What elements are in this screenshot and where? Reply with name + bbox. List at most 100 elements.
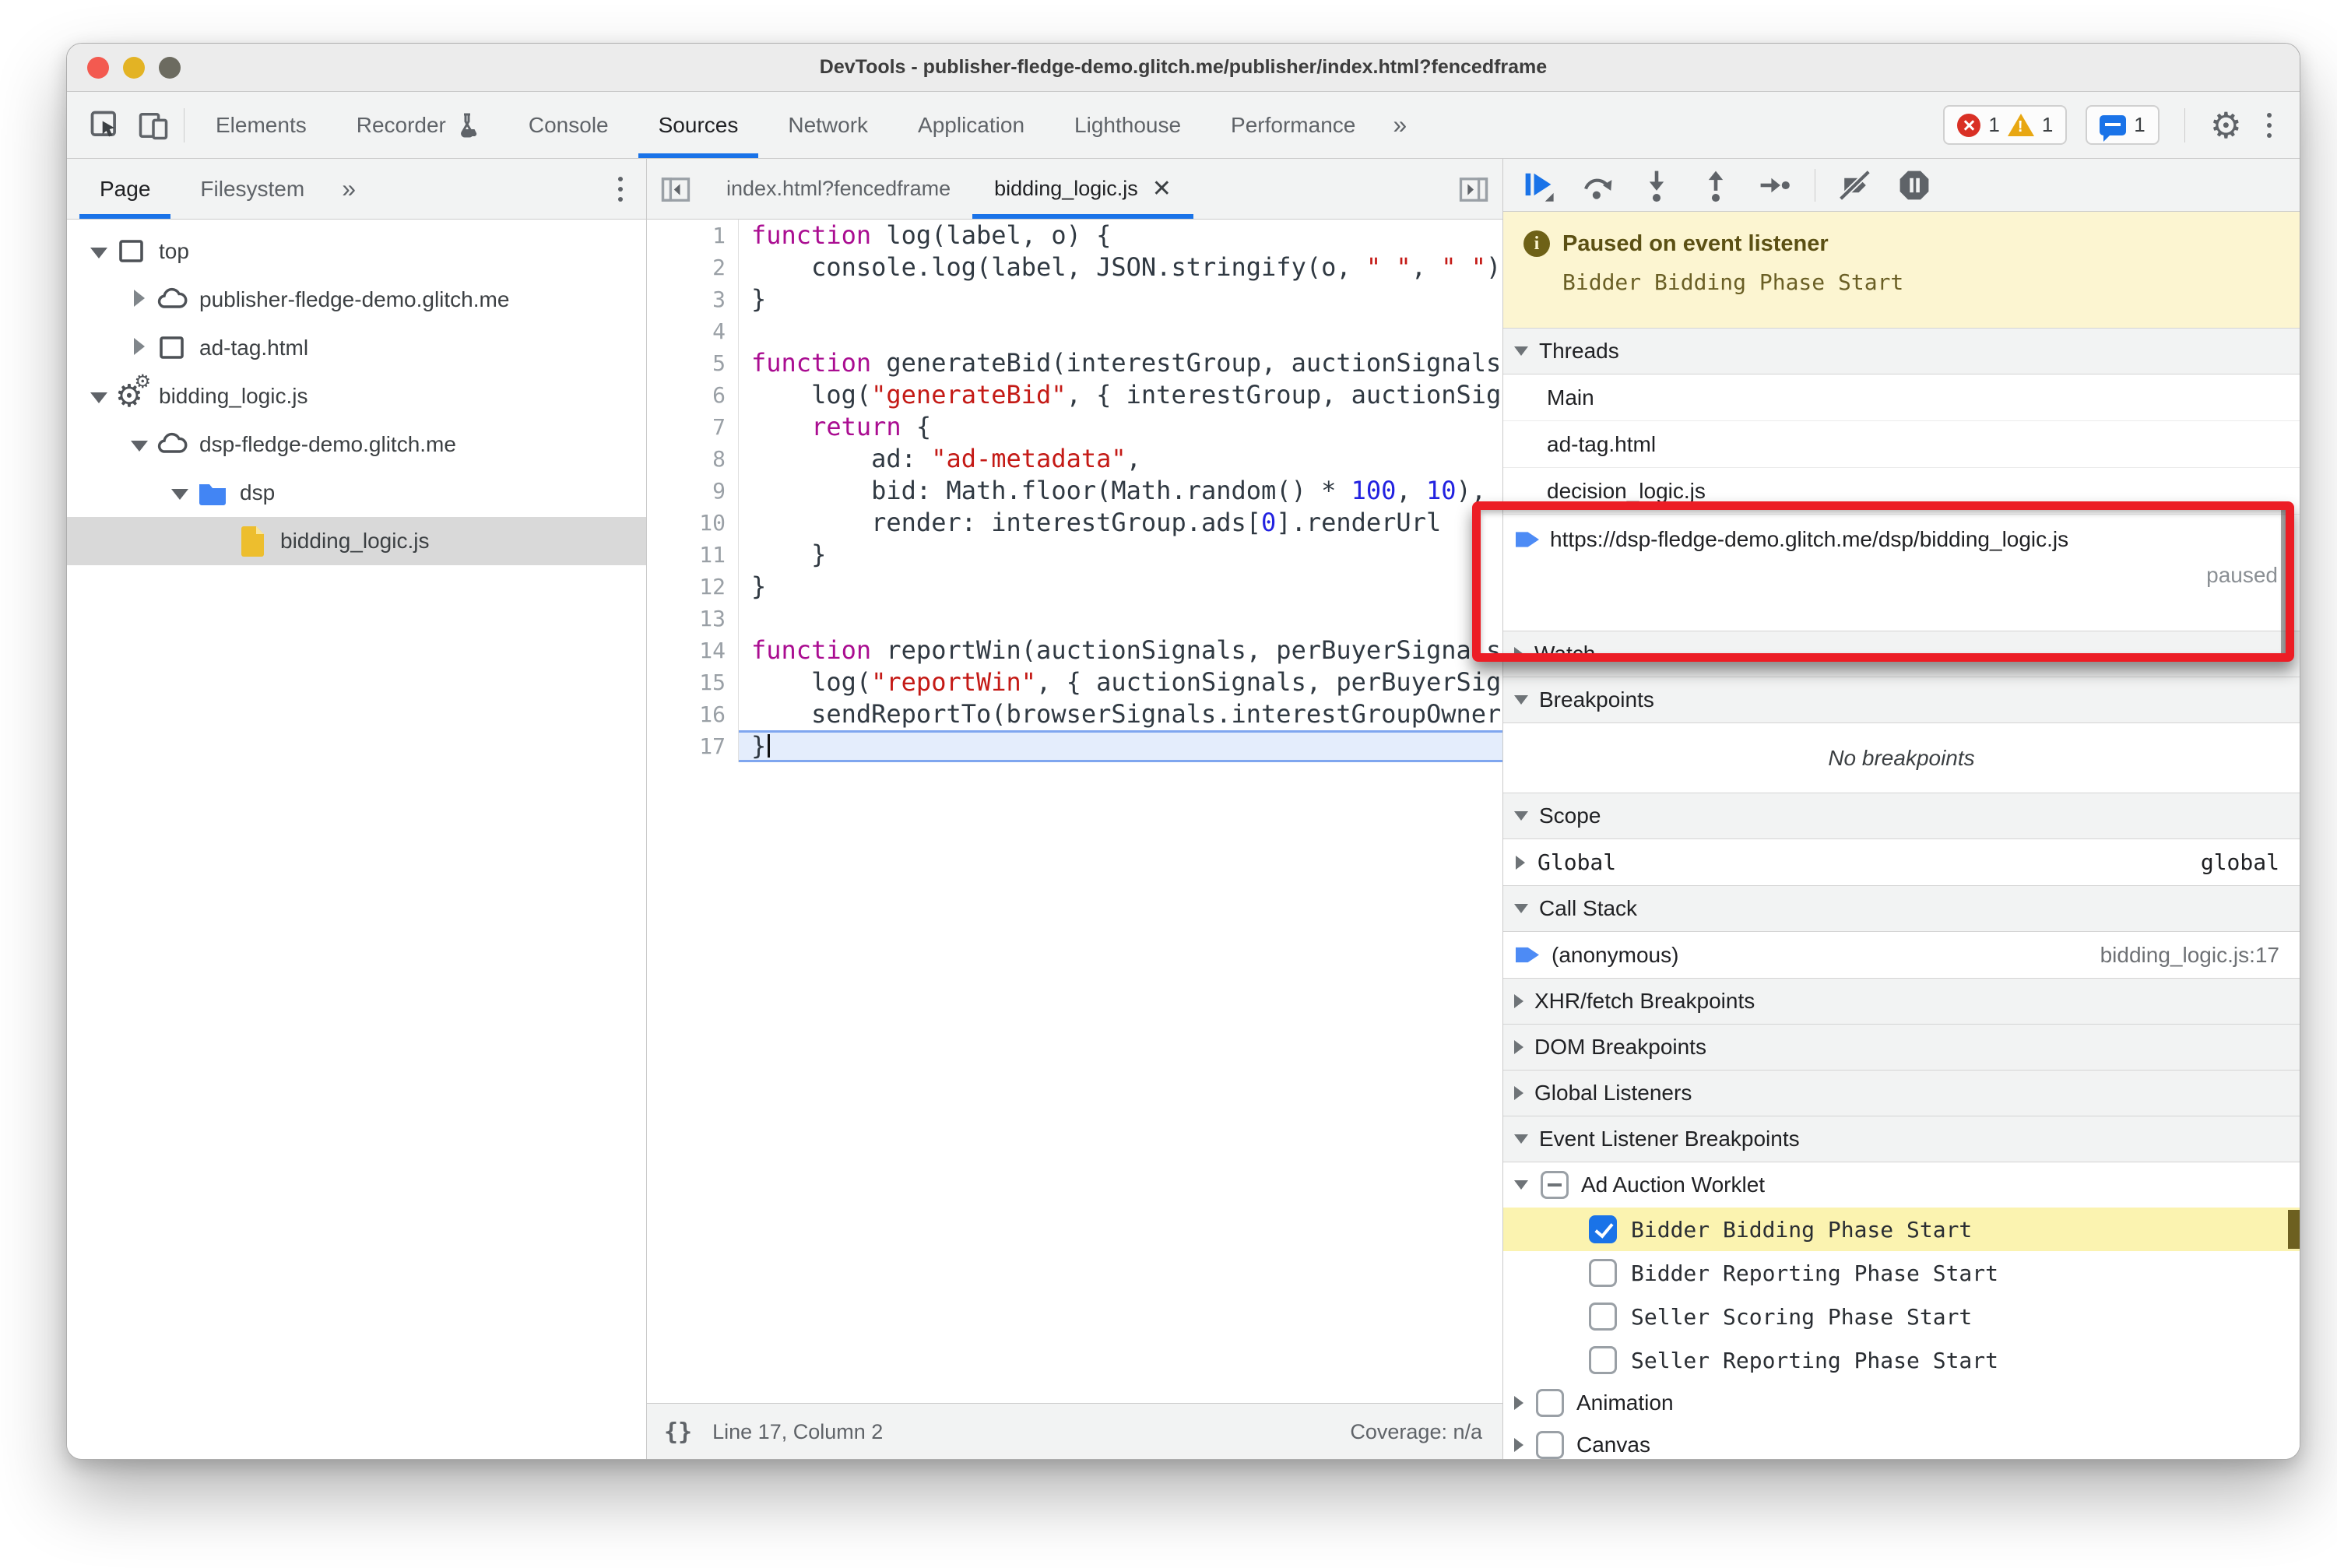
checked-checkbox[interactable] [1589, 1215, 1617, 1243]
line-number[interactable]: 14 [647, 635, 739, 666]
code-line-content[interactable]: } [739, 283, 1502, 315]
code-line[interactable]: 2 console.log(label, JSON.stringify(o, "… [647, 251, 1502, 283]
elb-group-ad-auction-worklet[interactable]: Ad Auction Worklet [1503, 1162, 2300, 1208]
indeterminate-checkbox[interactable] [1541, 1171, 1569, 1199]
line-number[interactable]: 10 [647, 507, 739, 539]
code-line[interactable]: 12} [647, 571, 1502, 603]
checkbox[interactable] [1589, 1259, 1617, 1287]
code-line-content[interactable]: return { [739, 411, 1502, 443]
tab-network[interactable]: Network [763, 92, 893, 158]
expand-icon[interactable] [1516, 855, 1525, 870]
code-line[interactable]: 16 sendReportTo(browserSignals.interestG… [647, 698, 1502, 730]
line-number[interactable]: 3 [647, 283, 739, 315]
code-line[interactable]: 9 bid: Math.floor(Math.random() * 100, 1… [647, 475, 1502, 507]
section-event-listener-breakpoints[interactable]: Event Listener Breakpoints [1503, 1116, 2300, 1162]
tab-sources[interactable]: Sources [634, 92, 764, 158]
line-number[interactable]: 11 [647, 539, 739, 571]
elb-item[interactable]: Seller Scoring Phase Start [1503, 1295, 2300, 1338]
elb-item[interactable]: Bidder Reporting Phase Start [1503, 1251, 2300, 1295]
code-line-content[interactable] [739, 603, 1502, 635]
editor-tab-index-html[interactable]: index.html?fencedframe [705, 159, 972, 219]
more-options-icon[interactable] [2261, 112, 2278, 138]
code-editor[interactable]: 1 function log(label, o) {2 console.log(l… [647, 220, 1502, 1403]
step-into-button[interactable] [1632, 163, 1681, 207]
elb-item[interactable]: Seller Reporting Phase Start [1503, 1338, 2300, 1382]
elb-item[interactable]: Bidder Bidding Phase Start [1503, 1208, 2300, 1251]
expander-icon[interactable] [125, 336, 154, 360]
code-line-content[interactable]: } [739, 539, 1502, 571]
section-call-stack[interactable]: Call Stack [1503, 885, 2300, 932]
checkbox[interactable] [1536, 1389, 1564, 1417]
more-tabs-button[interactable]: » [1380, 92, 1419, 158]
code-line[interactable]: 5 function generateBid(interestGroup, auc… [647, 347, 1502, 379]
code-line-content[interactable]: function generateBid(interestGroup, auct… [739, 347, 1502, 379]
code-line[interactable]: 11 } [647, 539, 1502, 571]
expander-icon[interactable] [165, 480, 195, 505]
tab-recorder[interactable]: Recorder [332, 92, 504, 158]
tree-item-worklet-bidding-logic[interactable]: ⚙ ⚙ bidding_logic.js [67, 372, 646, 420]
code-line-content[interactable]: sendReportTo(browserSignals.interestGrou… [739, 698, 1502, 730]
step-button[interactable] [1751, 163, 1799, 207]
line-number[interactable]: 6 [647, 379, 739, 411]
line-number[interactable]: 17 [647, 730, 739, 762]
toggle-debugger-sidebar-icon[interactable] [1445, 159, 1502, 219]
tree-item-bidding-logic-file[interactable]: bidding_logic.js [67, 517, 646, 565]
code-line-content[interactable]: bid: Math.floor(Math.random() * 100, 10)… [739, 475, 1502, 507]
code-line[interactable]: 8 ad: "ad-metadata", [647, 443, 1502, 475]
deactivate-breakpoints-button[interactable] [1831, 163, 1879, 207]
thread-row[interactable]: ad-tag.html [1503, 421, 2300, 468]
expander-icon[interactable] [125, 287, 154, 312]
section-dom-breakpoints[interactable]: DOM Breakpoints [1503, 1024, 2300, 1071]
code-line[interactable]: 14 function reportWin(auctionSignals, per… [647, 635, 1502, 666]
line-number[interactable]: 15 [647, 666, 739, 698]
expander-icon[interactable] [125, 432, 154, 457]
code-line-content[interactable]: function log(label, o) { [739, 220, 1502, 251]
code-line-content[interactable]: ad: "ad-metadata", [739, 443, 1502, 475]
code-line[interactable]: 4 [647, 315, 1502, 347]
tree-item-ad-tag[interactable]: ad-tag.html [67, 324, 646, 372]
line-number[interactable]: 1 [647, 220, 739, 251]
tree-item-dsp-folder[interactable]: dsp [67, 469, 646, 517]
issues-badge[interactable]: 1 [2086, 105, 2160, 145]
expander-icon[interactable] [84, 384, 114, 409]
code-line-content[interactable]: function reportWin(auctionSignals, perBu… [739, 635, 1502, 666]
tab-performance[interactable]: Performance [1206, 92, 1380, 158]
tree-item-publisher-origin[interactable]: publisher-fledge-demo.glitch.me [67, 276, 646, 324]
code-line[interactable]: 3} [647, 283, 1502, 315]
checkbox[interactable] [1536, 1431, 1564, 1459]
elb-group-animation[interactable]: Animation [1503, 1382, 2300, 1424]
code-line[interactable]: 7 return { [647, 411, 1502, 443]
step-out-button[interactable] [1692, 163, 1740, 207]
more-navigator-tabs-button[interactable]: » [329, 159, 368, 219]
errors-warnings-badge[interactable]: 1 ! 1 [1943, 105, 2068, 145]
code-line-content[interactable]: } [739, 571, 1502, 603]
close-tab-icon[interactable]: ✕ [1152, 175, 1172, 202]
code-line-content[interactable]: log("reportWin", { auctionSignals, perBu… [739, 666, 1502, 698]
device-toolbar-icon[interactable] [129, 92, 177, 158]
elb-group-canvas[interactable]: Canvas [1503, 1424, 2300, 1459]
scope-row-global[interactable]: Global global [1503, 839, 2300, 886]
tab-elements[interactable]: Elements [191, 92, 332, 158]
tab-application[interactable]: Application [893, 92, 1049, 158]
tree-item-top[interactable]: top [67, 227, 646, 276]
settings-gear-icon[interactable]: ⚙ [2210, 107, 2242, 143]
close-window-button[interactable] [87, 57, 109, 79]
line-number[interactable]: 5 [647, 347, 739, 379]
line-number[interactable]: 12 [647, 571, 739, 603]
pretty-print-icon[interactable]: {} [664, 1419, 692, 1446]
expander-icon[interactable] [84, 239, 114, 264]
code-line[interactable]: 17} [647, 730, 1502, 762]
call-stack-frame[interactable]: (anonymous) bidding_logic.js:17 [1503, 932, 2300, 979]
resume-script-button[interactable] [1514, 163, 1562, 207]
checkbox[interactable] [1589, 1303, 1617, 1331]
line-number[interactable]: 13 [647, 603, 739, 635]
line-number[interactable]: 16 [647, 698, 739, 730]
navigator-menu-icon[interactable] [612, 176, 629, 202]
minimize-window-button[interactable] [123, 57, 145, 79]
editor-tab-bidding-logic[interactable]: bidding_logic.js ✕ [972, 159, 1193, 219]
code-line-content[interactable]: log("generateBid", { interestGroup, auct… [739, 379, 1502, 411]
code-line[interactable]: 15 log("reportWin", { auctionSignals, pe… [647, 666, 1502, 698]
tab-page[interactable]: Page [75, 159, 175, 219]
inspect-element-icon[interactable] [81, 92, 129, 158]
code-line-content[interactable]: console.log(label, JSON.stringify(o, " "… [739, 251, 1502, 283]
